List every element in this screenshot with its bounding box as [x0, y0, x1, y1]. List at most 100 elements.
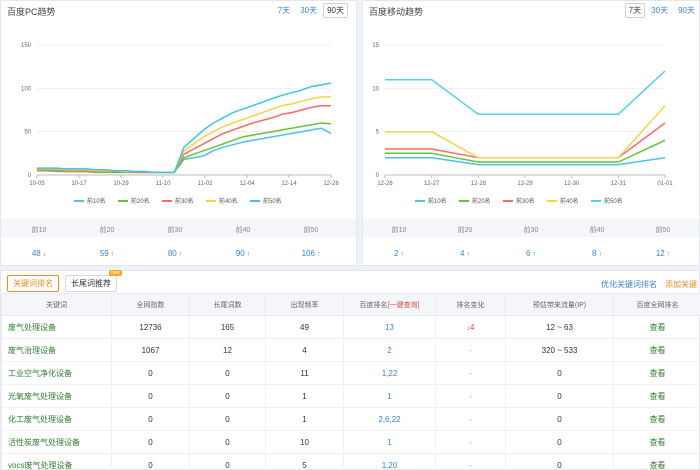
x-tick-label: 12-14 [281, 181, 297, 187]
arrow-up-icon: ↑ [530, 251, 536, 258]
mobile-summary-item: 前50 12 ↑ [633, 225, 693, 258]
table-row: 活性炭废气处理设备 0 0 10 1-0 查看 [1, 430, 700, 454]
view-link[interactable]: 查看 [613, 453, 700, 470]
view-link[interactable]: 查看 [613, 407, 700, 431]
table-row: 废气处理设备 12736 165 49 13 ↓4 12 ~ 63 查看 [1, 315, 700, 339]
summary-label: 前50 [655, 227, 671, 234]
view-link[interactable]: 查看 [613, 384, 700, 408]
pc-summary-item: 前20 59 ↑ [77, 225, 137, 258]
summary-value: 12 ↑ [655, 249, 671, 258]
index-cell: 0 [111, 430, 190, 454]
pc-summary-item: 前30 80 ↑ [145, 225, 205, 258]
pc-range-30d[interactable]: 30天 [296, 3, 321, 18]
rank-change-cell: - [435, 453, 506, 470]
y-tick-label: 15 [372, 43, 379, 49]
view-link[interactable]: 查看 [613, 361, 700, 385]
frequency-cell: 49 [265, 315, 344, 339]
flow-cell: 0 [505, 453, 614, 470]
mobile-range-buttons: 7天 30天 90天 [624, 3, 699, 18]
keyword-cell[interactable]: 活性炭废气处理设备 [1, 430, 112, 454]
pc-trend-panel: 百度PC趋势 7天 30天 90天 0 50 100 150 10-05 10-17 10-… [0, 0, 357, 266]
keyword-cell[interactable]: 化工废气处理设备 [1, 407, 112, 431]
pc-summary-item: 前40 90 ↑ [213, 225, 273, 258]
y-tick-label: 100 [21, 86, 32, 92]
baidu-rank-cell[interactable]: 1 [343, 430, 436, 454]
baidu-rank-cell[interactable]: 1,22 [343, 361, 436, 385]
summary-value: 4 ↑ [460, 249, 470, 258]
view-link[interactable]: 查看 [613, 430, 700, 454]
arrow-up-icon: ↑ [596, 251, 602, 258]
keyword-cell[interactable]: 废气处理设备 [1, 315, 112, 339]
table-row: 化工废气处理设备 0 0 1 2,6,22-0 查看 [1, 407, 700, 431]
pc-range-7d[interactable]: 7天 [274, 3, 294, 18]
mobile-range-30d[interactable]: 30天 [647, 3, 672, 18]
summary-label: 前50 [303, 227, 319, 234]
keyword-cell[interactable]: 工业空气净化设备 [1, 361, 112, 385]
mobile-range-90d[interactable]: 90天 [674, 3, 699, 18]
keyword-table: 关键词 全网指数 长尾词数 出现频率 百度排名[一键查询] 排名变化 预估带来流… [1, 293, 700, 470]
table-row: 工业空气净化设备 0 0 11 1,22-0 查看 [1, 361, 700, 385]
x-tick-label: 12-29 [517, 181, 533, 187]
tab-longtail-recommend[interactable]: 长尾词推荐 new [65, 270, 122, 292]
col-index: 全网指数 [111, 293, 190, 316]
baidu-rank-cell[interactable]: 2,6,22 [343, 407, 436, 431]
col-keyword: 关键词 [1, 293, 112, 316]
arrow-down-icon: ↓ [40, 251, 47, 258]
mobile-trend-panel: 百度移动趋势 7天 30天 90天 0 5 10 15 12-26 12-27 12-28 1… [362, 0, 700, 266]
series-line [37, 104, 331, 174]
x-tick-label: 12-30 [564, 181, 580, 187]
baidu-rank-cell[interactable]: 1,20 [343, 453, 436, 470]
arrow-up-icon: ↑ [108, 251, 115, 258]
frequency-cell: 11 [265, 361, 344, 385]
index-cell: 0 [111, 453, 190, 470]
summary-label: 前30 [167, 227, 183, 234]
summary-value: 8 ↑ [592, 249, 602, 258]
keyword-cell[interactable]: 光氧废气处理设备 [1, 384, 112, 408]
view-link[interactable]: 查看 [613, 338, 700, 362]
summary-label: 前40 [589, 227, 605, 234]
x-tick-label: 12-26 [377, 181, 393, 187]
table-row: 废气治理设备 1067 12 4 2-320 ~ 533 查看 [1, 338, 700, 362]
legend-label: 前10名 [87, 197, 106, 205]
summary-value: 106 ↑ [301, 249, 321, 258]
longtail-cell: 0 [189, 453, 266, 470]
rank-change-cell: ↓4 [435, 315, 506, 339]
pc-range-90d[interactable]: 90天 [323, 3, 348, 18]
one-click-query-link[interactable]: [一键查询] [388, 302, 420, 309]
col-global-rank: 百度全网排名 [613, 293, 700, 316]
rank-change-cell: - [435, 384, 506, 408]
legend-label: 前40名 [560, 197, 579, 205]
flow-cell: 0 [505, 384, 614, 408]
rank-change-cell: - [435, 361, 506, 385]
flow-cell: 0 [505, 407, 614, 431]
x-tick-label: 12-31 [611, 181, 627, 187]
x-tick-label: 11-02 [198, 181, 214, 187]
index-cell: 1067 [111, 338, 190, 362]
index-cell: 0 [111, 384, 190, 408]
mobile-range-7d[interactable]: 7天 [624, 3, 646, 18]
keyword-tabs: 关键词排名 长尾词推荐 new [7, 270, 122, 292]
x-tick-label: 12-28 [471, 181, 487, 187]
col-longtail: 长尾词数 [189, 293, 266, 316]
flow-cell: 0 [505, 361, 614, 385]
pc-range-buttons: 7天 30天 90天 [274, 3, 348, 18]
keyword-cell[interactable]: 废气治理设备 [1, 338, 112, 362]
arrow-up-icon: ↑ [244, 251, 251, 258]
add-keyword-link[interactable]: 添加关键 [665, 279, 697, 290]
frequency-cell: 10 [265, 430, 344, 454]
new-badge: new [108, 270, 122, 276]
flow-cell: 0 [505, 430, 614, 454]
baidu-rank-cell[interactable]: 1 [343, 384, 436, 408]
baidu-rank-cell[interactable]: 2 [343, 338, 436, 362]
legend-label: 前20名 [472, 197, 491, 205]
optimize-ranking-link[interactable]: 优化关键词排名 [601, 279, 657, 290]
keyword-cell[interactable]: vocs废气处理设备 [1, 453, 112, 470]
summary-label: 前10 [31, 227, 47, 234]
keyword-table-panel: 关键词排名 长尾词推荐 new 优化关键词排名 添加关键 关键词 全网指数 长尾… [0, 270, 700, 470]
view-link[interactable]: 查看 [613, 315, 700, 339]
baidu-rank-cell[interactable]: 13 [343, 315, 436, 339]
frequency-cell: 1 [265, 384, 344, 408]
table-row: vocs废气处理设备 0 0 5 1,20-0 查看 [1, 453, 700, 470]
x-tick-label: 10-05 [29, 181, 45, 187]
tab-keyword-ranking[interactable]: 关键词排名 [7, 275, 59, 292]
